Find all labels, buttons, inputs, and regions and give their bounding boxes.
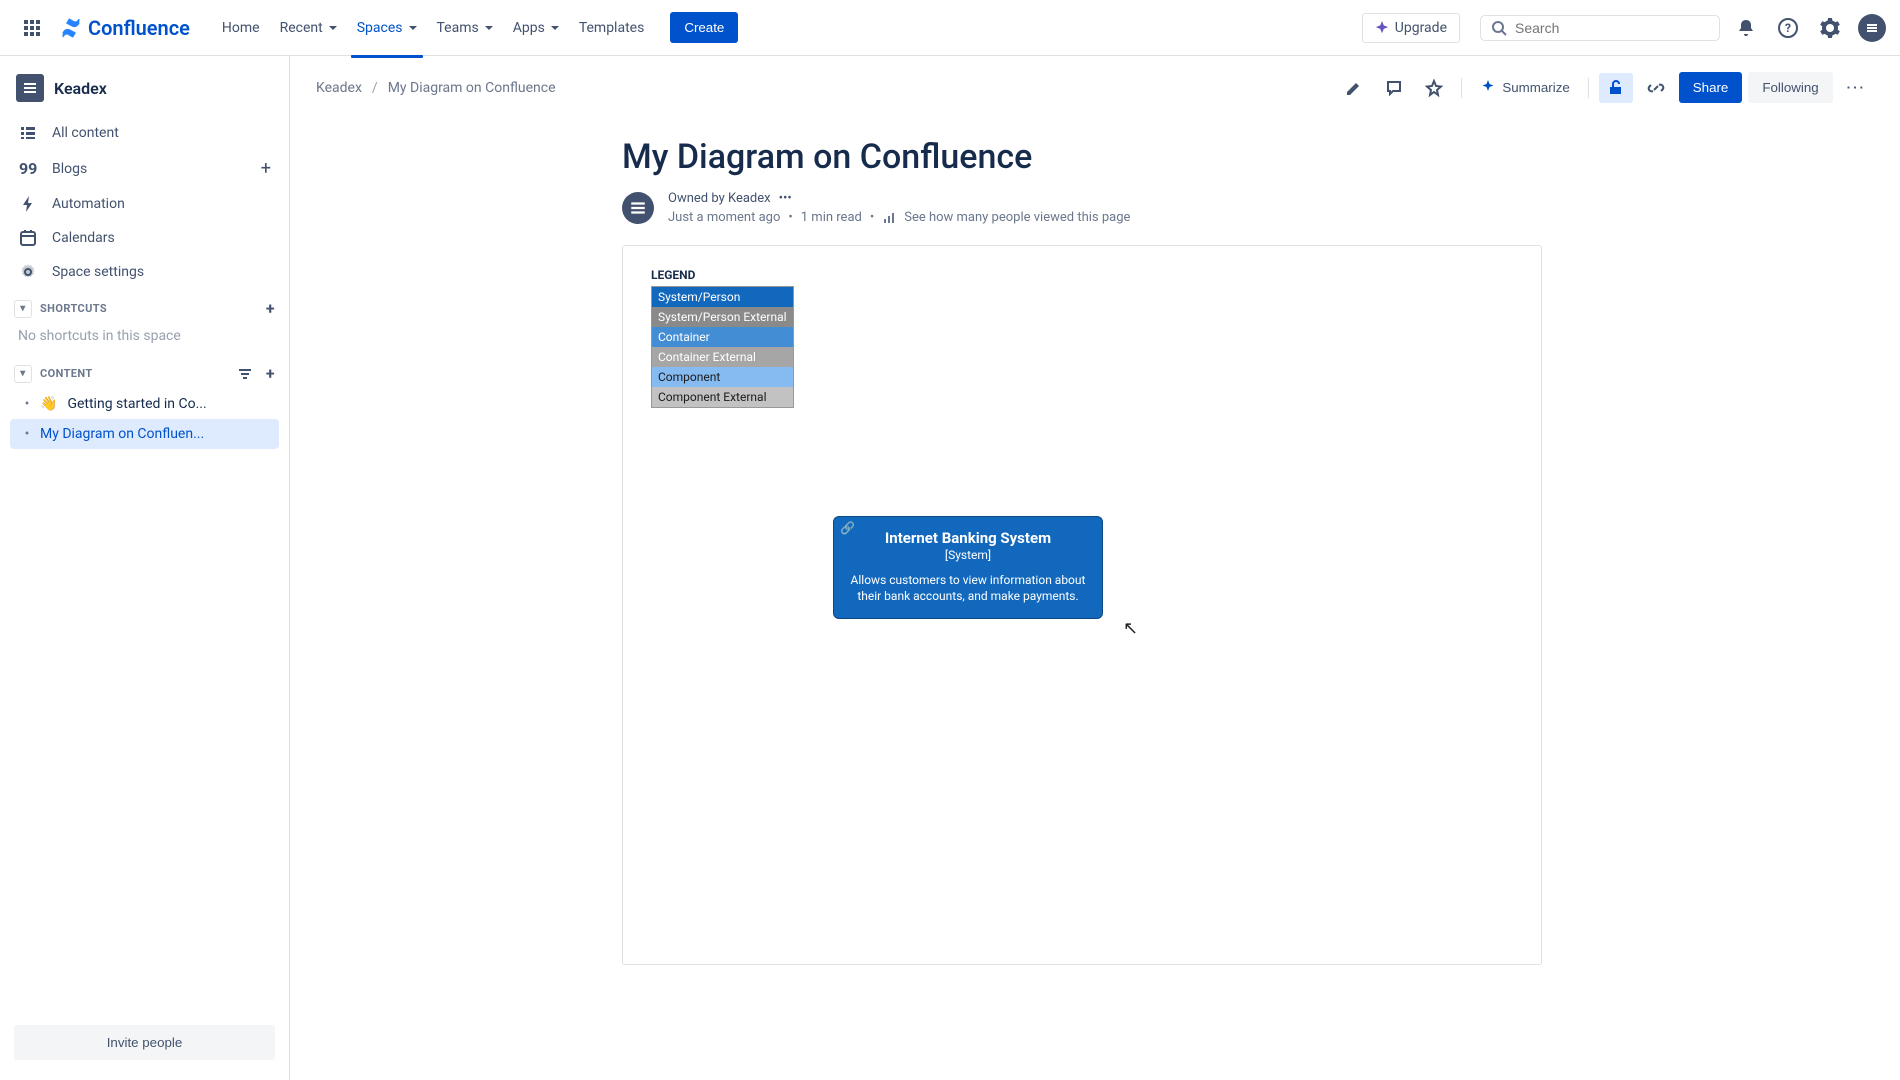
sparkle-icon [1375,21,1389,35]
owned-by: Owned by Keadex [668,191,771,206]
search-input[interactable] [1480,15,1720,41]
nav-apps[interactable]: Apps [503,12,569,44]
page-title: My Diagram on Confluence [622,137,1900,177]
notifications-icon[interactable] [1730,12,1762,44]
lock-open-icon [1607,79,1625,97]
breadcrumb-page[interactable]: My Diagram on Confluence [388,80,556,96]
chevron-down-icon[interactable]: ▾ [14,365,32,383]
views-link[interactable]: See how many people viewed this page [904,210,1130,225]
legend-component-external: Component External [652,387,793,407]
quote-icon: 99 [18,160,38,178]
comment-icon [1385,79,1403,97]
legend-container-external: Container External [652,347,793,367]
restrictions-button[interactable] [1599,73,1633,103]
space-avatar [16,74,44,102]
c4-system-box[interactable]: 🔗 Internet Banking System [System] Allow… [833,516,1103,619]
wave-emoji: 👋 [40,396,57,412]
app-switcher-icon[interactable] [16,12,48,44]
sidebar-item-blogs[interactable]: 99 Blogs + [10,150,279,187]
pencil-icon [1345,79,1363,97]
search-icon [1491,20,1507,36]
legend-system-person-external: System/Person External [652,307,793,327]
section-shortcuts[interactable]: ▾ SHORTCUTS + [10,289,279,324]
tree-item-getting-started[interactable]: • 👋 Getting started in Co... [10,389,279,419]
upgrade-button[interactable]: Upgrade [1362,13,1460,43]
sidebar-item-all-content[interactable]: All content [10,116,279,150]
svg-text:?: ? [1785,21,1791,35]
link-icon [1647,79,1665,97]
c4-box-description: Allows customers to view information abo… [848,572,1088,604]
confluence-logo[interactable]: Confluence [52,16,198,40]
chevron-down-icon [407,20,417,36]
comment-button[interactable] [1377,73,1411,103]
read-time: 1 min read [801,210,862,225]
legend-component: Component [652,367,793,387]
ai-sparkle-icon [1480,80,1496,96]
c4-box-title: Internet Banking System [848,529,1088,547]
diagram-macro[interactable]: LEGEND System/Person System/Person Exter… [622,245,1542,965]
legend-container: Container [652,327,793,347]
chevron-down-icon[interactable]: ▾ [14,300,32,318]
bolt-icon [18,195,38,213]
nav-recent[interactable]: Recent [270,12,347,44]
add-shortcut-icon[interactable]: + [266,299,275,318]
add-content-icon[interactable]: + [266,364,275,383]
share-button[interactable]: Share [1679,72,1743,103]
more-icon: ··· [1847,80,1866,95]
create-button[interactable]: Create [670,12,738,43]
nav-teams[interactable]: Teams [427,12,503,44]
sidebar-item-calendars[interactable]: Calendars [10,221,279,255]
invite-people-button[interactable]: Invite people [14,1025,275,1060]
svg-text:99: 99 [19,160,37,178]
copy-link-button[interactable] [1639,73,1673,103]
following-button[interactable]: Following [1748,72,1832,103]
analytics-icon [882,211,896,225]
nav-spaces[interactable]: Spaces [347,12,427,44]
summarize-button[interactable]: Summarize [1472,74,1577,102]
legend: System/Person System/Person External Con… [651,286,794,408]
more-actions-button[interactable]: ··· [1839,74,1874,101]
filter-icon[interactable] [238,367,252,381]
add-blog-icon[interactable]: + [261,158,271,179]
star-icon [1425,79,1443,97]
settings-icon[interactable] [1814,12,1846,44]
edit-button[interactable] [1337,73,1371,103]
breadcrumb: Keadex / My Diagram on Confluence [316,80,556,96]
chevron-down-icon [549,20,559,36]
owner-avatar[interactable] [622,192,654,224]
cursor-icon: ↖ [1123,618,1138,639]
list-icon [18,124,38,142]
shortcuts-empty: No shortcuts in this space [10,324,279,354]
owner-more-icon[interactable]: ••• [779,191,792,206]
section-content[interactable]: ▾ CONTENT + [10,354,279,389]
legend-system-person: System/Person [652,287,793,307]
calendar-icon [18,229,38,247]
space-header[interactable]: Keadex [10,66,279,116]
breadcrumb-space[interactable]: Keadex [316,80,362,96]
chevron-down-icon [483,20,493,36]
legend-title: LEGEND [651,268,1513,282]
chevron-down-icon [327,20,337,36]
star-button[interactable] [1417,73,1451,103]
c4-box-stereotype: [System] [848,548,1088,562]
profile-avatar[interactable] [1856,12,1888,44]
help-icon[interactable]: ? [1772,12,1804,44]
nav-templates[interactable]: Templates [569,12,655,44]
gear-icon [18,263,38,281]
product-name: Confluence [88,16,190,40]
sidebar-item-automation[interactable]: Automation [10,187,279,221]
nav-home[interactable]: Home [212,12,270,44]
link-icon: 🔗 [840,521,855,535]
space-name: Keadex [54,79,107,98]
sidebar-item-space-settings[interactable]: Space settings [10,255,279,289]
timestamp: Just a moment ago [668,210,780,225]
tree-item-my-diagram[interactable]: • My Diagram on Confluen... [10,419,279,449]
